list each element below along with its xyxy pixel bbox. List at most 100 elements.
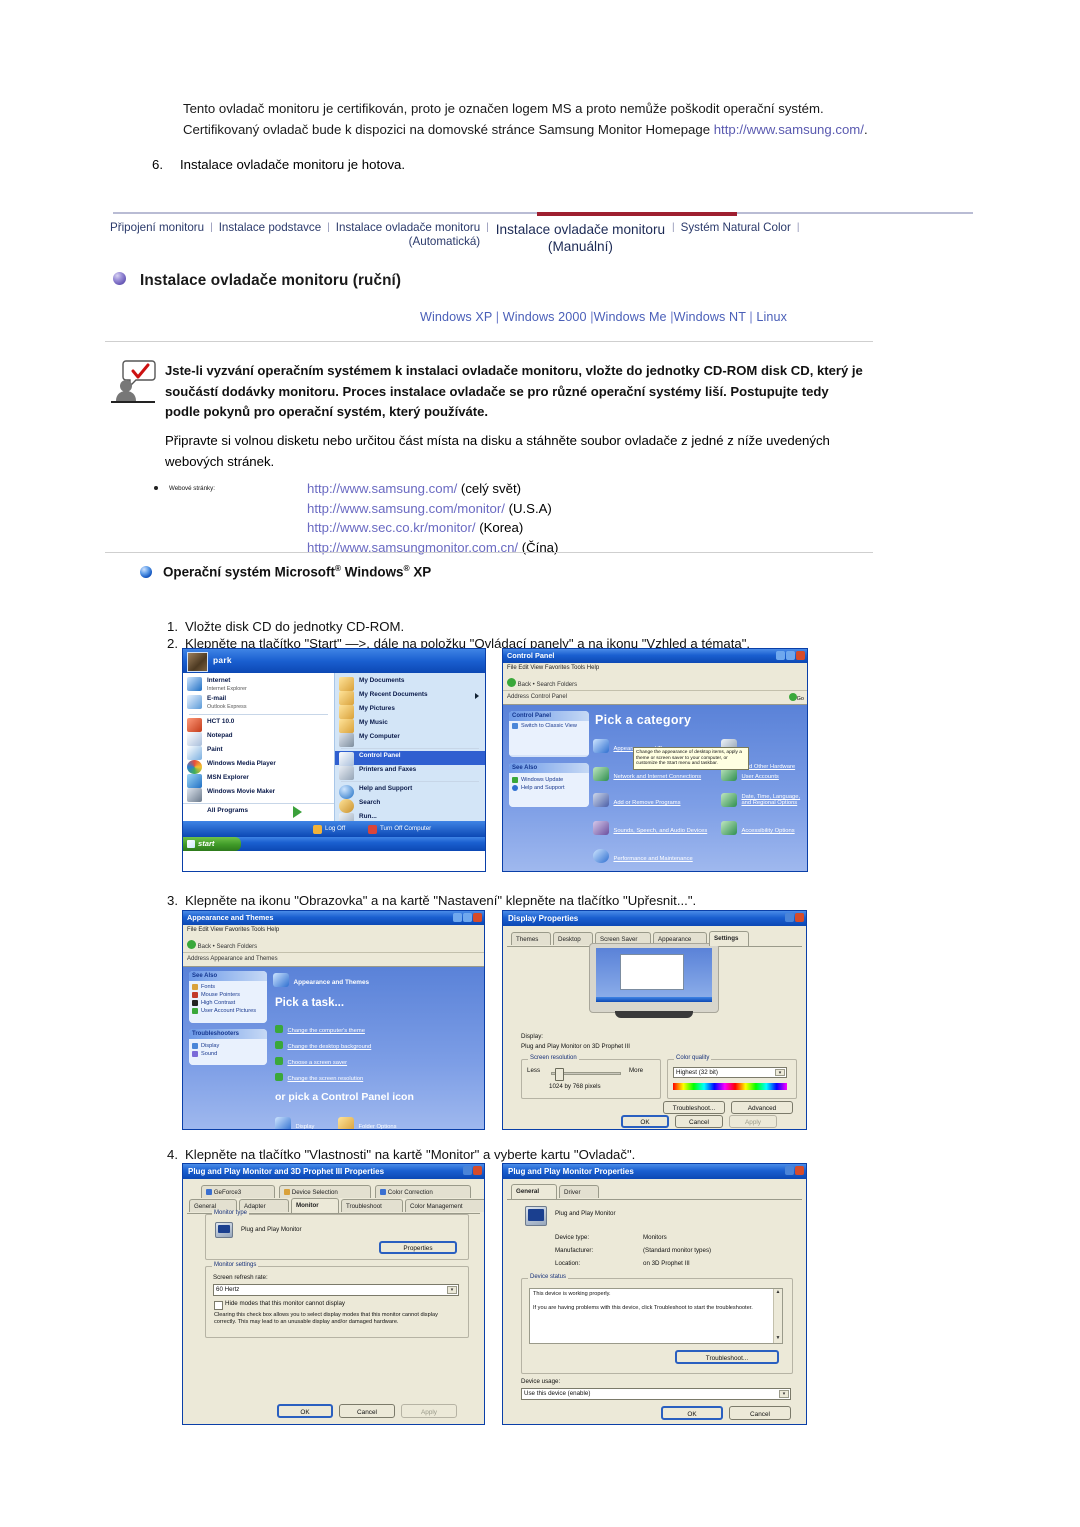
minimize-icon[interactable] [453, 913, 462, 922]
cancel-button[interactable]: Cancel [675, 1115, 723, 1128]
see-also-user-account-pictures-link[interactable]: User Account Pictures [189, 1006, 267, 1014]
cancel-button[interactable]: Cancel [729, 1406, 791, 1420]
appearance-toolbar[interactable]: Back • Search Folders [183, 936, 484, 953]
task-change-screen-resolution[interactable]: Change the screen resolution [275, 1067, 363, 1085]
cp-icon-display[interactable]: Display [275, 1115, 314, 1129]
nav-item-system-natural-color[interactable]: Systém Natural Color [676, 221, 796, 235]
switch-to-classic-view-link[interactable]: Switch to Classic View [509, 721, 589, 729]
website-url-usa[interactable]: http://www.samsung.com/monitor/ [307, 501, 505, 516]
start-menu-item-control-panel[interactable]: Control Panel [335, 751, 485, 766]
minimize-icon[interactable] [776, 651, 785, 660]
start-menu-item-internet[interactable]: Internet Internet Explorer [183, 676, 334, 694]
os-link-linux[interactable]: Linux [756, 310, 787, 324]
troubleshooter-sound-link[interactable]: Sound [189, 1049, 267, 1057]
start-menu-item-search[interactable]: Search [335, 798, 485, 813]
close-icon[interactable] [796, 651, 805, 660]
nav-item-pripojeni-monitoru[interactable]: Připojení monitoru [105, 221, 209, 235]
start-menu-item-my-computer[interactable]: My Computer [335, 732, 485, 747]
device-status-textarea[interactable]: This device is working properly. If you … [529, 1288, 783, 1344]
troubleshoot-button[interactable]: Troubleshoot... [675, 1350, 779, 1364]
see-also-windows-update-link[interactable]: Windows Update [509, 775, 589, 783]
start-menu-item-windows-media-player[interactable]: Windows Media Player [183, 759, 334, 774]
nav-item-instalace-ovladace-manualni[interactable]: Instalace ovladače monitoru (Manuální) [490, 221, 671, 255]
close-icon[interactable] [795, 1166, 804, 1175]
see-also-mouse-pointers-link[interactable]: Mouse Pointers [189, 990, 267, 998]
tab-desktop[interactable]: Desktop [553, 932, 593, 945]
start-menu-item-my-recent-documents[interactable]: My Recent Documents [335, 690, 485, 705]
see-also-high-contrast-link[interactable]: High Contrast [189, 998, 267, 1006]
maximize-icon[interactable] [463, 913, 472, 922]
nav-item-instalace-podstavce[interactable]: Instalace podstavce [214, 221, 326, 235]
go-button[interactable]: Go [788, 693, 804, 702]
start-menu-item-email[interactable]: E-mail Outlook Express [183, 694, 334, 712]
os-link-windows-nt[interactable]: Windows NT [674, 310, 746, 324]
category-performance-and-maintenance[interactable]: Performance and Maintenance [593, 847, 693, 865]
chevron-down-icon[interactable]: ▾ [779, 1390, 789, 1398]
tab-device-selection[interactable]: Device Selection [279, 1185, 371, 1198]
tab-settings[interactable]: Settings [709, 931, 749, 946]
scroll-down-arrow-icon[interactable]: ▼ [774, 1335, 782, 1343]
chevron-down-icon[interactable]: ▾ [775, 1069, 785, 1076]
category-accessibility-options[interactable]: Accessibility Options [721, 819, 795, 837]
start-menu-item-notepad[interactable]: Notepad [183, 731, 334, 746]
tab-themes[interactable]: Themes [511, 932, 551, 945]
website-url-korea[interactable]: http://www.sec.co.kr/monitor/ [307, 520, 476, 535]
cp-icon-folder-options[interactable]: Folder Options [338, 1115, 396, 1129]
start-menu-item-msn-explorer[interactable]: MSN Explorer [183, 773, 334, 788]
refresh-rate-combobox[interactable]: 60 Hertz ▾ [213, 1284, 459, 1296]
close-icon[interactable] [473, 913, 482, 922]
maximize-icon[interactable] [786, 651, 795, 660]
tab-driver[interactable]: Driver [559, 1185, 599, 1198]
os-link-windows-me[interactable]: Windows Me [594, 310, 667, 324]
tab-geforce3[interactable]: GeForce3 [201, 1185, 275, 1198]
back-icon[interactable] [507, 678, 516, 687]
tab-general[interactable]: General [511, 1184, 557, 1199]
start-menu-item-printers-and-faxes[interactable]: Printers and Faxes [335, 765, 485, 780]
ok-button[interactable]: OK [277, 1404, 333, 1418]
help-icon[interactable] [785, 913, 794, 922]
category-date-time-language-regional[interactable]: Date, Time, Language, and Regional Optio… [721, 791, 807, 809]
samsung-homepage-link[interactable]: http://www.samsung.com/ [714, 122, 864, 137]
control-panel-toolbar[interactable]: Back • Search Folders [503, 674, 807, 691]
start-button[interactable]: start [183, 837, 241, 851]
appearance-addressbar[interactable]: Address Appearance and Themes [183, 953, 484, 967]
ok-button[interactable]: OK [621, 1115, 669, 1128]
chevron-down-icon[interactable]: ▾ [447, 1286, 457, 1294]
start-menu-item-help-and-support[interactable]: Help and Support [335, 784, 485, 799]
see-also-fonts-link[interactable]: Fonts [189, 982, 267, 990]
start-menu-item-paint[interactable]: Paint [183, 745, 334, 760]
tab-color-management[interactable]: Color Management [405, 1199, 484, 1212]
start-menu-all-programs[interactable]: All Programs [183, 803, 334, 818]
start-menu-item-my-music[interactable]: My Music [335, 718, 485, 733]
close-icon[interactable] [473, 1166, 482, 1175]
website-url-global[interactable]: http://www.samsung.com/ [307, 481, 457, 496]
start-menu-item-my-pictures[interactable]: My Pictures [335, 704, 485, 719]
troubleshoot-button[interactable]: Troubleshoot... [663, 1101, 725, 1114]
control-panel-addressbar[interactable]: Address Control Panel Go [503, 691, 807, 705]
tab-troubleshoot[interactable]: Troubleshoot [341, 1199, 403, 1212]
appearance-menubar[interactable]: File Edit View Favorites Tools Help [183, 925, 484, 936]
troubleshooter-display-link[interactable]: Display [189, 1041, 267, 1049]
ok-button[interactable]: OK [661, 1406, 723, 1420]
color-quality-combobox[interactable]: Highest (32 bit) ▾ [673, 1067, 787, 1078]
category-sounds-speech-audio-devices[interactable]: Sounds, Speech, and Audio Devices [593, 819, 707, 837]
control-panel-menubar[interactable]: File Edit View Favorites Tools Help [503, 663, 807, 674]
back-icon[interactable] [187, 940, 196, 949]
scroll-up-arrow-icon[interactable]: ▲ [774, 1289, 782, 1297]
category-add-or-remove-programs[interactable]: Add or Remove Programs [593, 791, 680, 809]
device-usage-combobox[interactable]: Use this device (enable) ▾ [521, 1388, 791, 1400]
tab-monitor[interactable]: Monitor [291, 1198, 339, 1213]
start-menu-item-hct[interactable]: HCT 10.0 [183, 717, 334, 732]
turn-off-computer-button[interactable]: Turn Off Computer [368, 825, 431, 834]
help-icon[interactable] [463, 1166, 472, 1175]
help-icon[interactable] [785, 1166, 794, 1175]
close-icon[interactable] [795, 913, 804, 922]
start-menu-item-windows-movie-maker[interactable]: Windows Movie Maker [183, 787, 334, 802]
start-menu-item-my-documents[interactable]: My Documents [335, 676, 485, 691]
nav-item-instalace-ovladace-automaticka[interactable]: Instalace ovladače monitoru (Automatická… [331, 221, 485, 249]
advanced-button[interactable]: Advanced [731, 1101, 793, 1114]
cancel-button[interactable]: Cancel [339, 1404, 395, 1418]
resolution-slider-thumb[interactable] [555, 1068, 564, 1081]
os-link-windows-xp[interactable]: Windows XP [420, 310, 492, 324]
hide-modes-checkbox[interactable] [214, 1301, 223, 1310]
